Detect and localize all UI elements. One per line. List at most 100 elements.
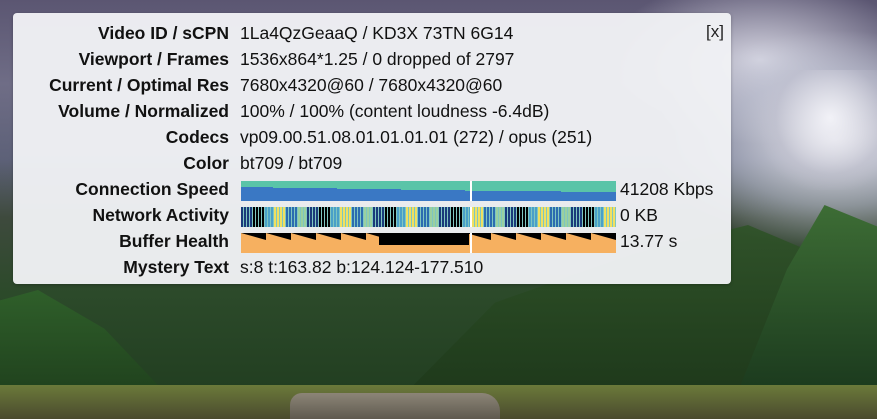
speed-bar <box>425 190 433 201</box>
buffer-health-value[interactable]: 13.77 s <box>620 231 677 252</box>
stat-row-viewport: Viewport / Frames 1536x864*1.25 / 0 drop… <box>13 45 731 71</box>
network-bar <box>580 207 582 227</box>
speed-bar <box>377 189 385 201</box>
stat-label: Connection Speed <box>75 179 229 199</box>
speed-bar <box>513 191 521 201</box>
speed-bar <box>265 187 273 201</box>
network-bar <box>283 207 285 227</box>
stat-value[interactable]: 1La4QzGeaaQ / KD3X 73TN 6G14 <box>240 23 513 44</box>
speed-bar <box>409 190 417 201</box>
network-bar <box>613 207 615 227</box>
network-bar <box>316 207 318 227</box>
network-bar <box>601 207 603 227</box>
network-bar <box>307 207 309 227</box>
network-bar <box>517 207 519 227</box>
network-bar <box>547 207 549 227</box>
network-bar <box>415 207 417 227</box>
rocks <box>290 393 500 419</box>
speed-bar <box>289 188 297 201</box>
network-bar <box>475 207 477 227</box>
network-bar <box>451 207 453 227</box>
graph-cursor <box>470 181 472 201</box>
network-bar <box>274 207 276 227</box>
network-bar <box>367 207 369 227</box>
stat-value[interactable]: 100% / 100% (content loudness -6.4dB) <box>240 101 549 122</box>
network-bar <box>364 207 366 227</box>
speed-bar <box>537 191 545 201</box>
network-bar <box>406 207 408 227</box>
network-bar <box>400 207 402 227</box>
stat-row-buffer-health: Buffer Health 13.77 s <box>13 227 731 253</box>
network-bar <box>280 207 282 227</box>
network-bar <box>511 207 513 227</box>
network-bar <box>259 207 261 227</box>
network-bar <box>586 207 588 227</box>
network-bar <box>556 207 558 227</box>
network-bar <box>610 207 612 227</box>
network-bar <box>334 207 336 227</box>
speed-bar <box>585 192 593 201</box>
stat-value[interactable]: 7680x4320@60 / 7680x4320@60 <box>240 75 502 96</box>
network-bar <box>325 207 327 227</box>
network-bar <box>358 207 360 227</box>
network-bar <box>370 207 372 227</box>
network-bar <box>427 207 429 227</box>
network-bar <box>499 207 501 227</box>
network-bar <box>523 207 525 227</box>
network-bar <box>301 207 303 227</box>
network-bar <box>409 207 411 227</box>
speed-bar <box>593 192 601 201</box>
network-bar <box>319 207 321 227</box>
speed-bar <box>473 191 481 201</box>
stat-label: Network Activity <box>92 205 229 225</box>
speed-bar <box>489 191 497 201</box>
network-bar <box>550 207 552 227</box>
speed-bar <box>369 189 377 201</box>
stat-value[interactable]: bt709 / bt709 <box>240 153 342 174</box>
speed-bar <box>353 189 361 201</box>
network-bar <box>448 207 450 227</box>
speed-bar <box>497 191 505 201</box>
network-bar <box>508 207 510 227</box>
network-bar <box>328 207 330 227</box>
network-bar <box>604 207 606 227</box>
stat-value[interactable]: 1536x864*1.25 / 0 dropped of 2797 <box>240 49 514 70</box>
network-bar <box>505 207 507 227</box>
speed-bar <box>345 189 353 201</box>
network-bar <box>568 207 570 227</box>
speed-bar <box>337 189 345 201</box>
network-bar <box>598 207 600 227</box>
speed-bar <box>521 191 529 201</box>
network-bar <box>496 207 498 227</box>
stat-value[interactable]: vp09.00.51.08.01.01.01.01 (272) / opus (… <box>240 127 592 148</box>
network-bar <box>565 207 567 227</box>
stat-label: Video ID / sCPN <box>98 23 229 43</box>
network-bar <box>382 207 384 227</box>
network-bar <box>331 207 333 227</box>
network-bar <box>304 207 306 227</box>
network-bar <box>583 207 585 227</box>
speed-bar <box>417 190 425 201</box>
network-activity-value[interactable]: 0 KB <box>620 205 658 226</box>
network-bar <box>265 207 267 227</box>
network-bar <box>346 207 348 227</box>
stat-label: Color <box>183 153 229 173</box>
network-bar <box>433 207 435 227</box>
stats-for-nerds-panel: [x] Video ID / sCPN 1La4QzGeaaQ / KD3X 7… <box>13 13 731 284</box>
network-bar <box>361 207 363 227</box>
buffer-health-graph <box>241 233 616 253</box>
network-bar <box>454 207 456 227</box>
connection-speed-value[interactable]: 41208 Kbps <box>620 179 713 200</box>
network-bar <box>355 207 357 227</box>
network-bar <box>376 207 378 227</box>
network-bar <box>271 207 273 227</box>
stat-value[interactable]: s:8 t:163.82 b:124.124-177.510 <box>240 257 483 278</box>
network-bar <box>478 207 480 227</box>
graph-cursor <box>470 207 472 227</box>
network-bar <box>442 207 444 227</box>
speed-bar <box>449 190 457 201</box>
network-bar <box>373 207 375 227</box>
speed-bar <box>313 188 321 201</box>
network-bar <box>424 207 426 227</box>
network-bar <box>430 207 432 227</box>
